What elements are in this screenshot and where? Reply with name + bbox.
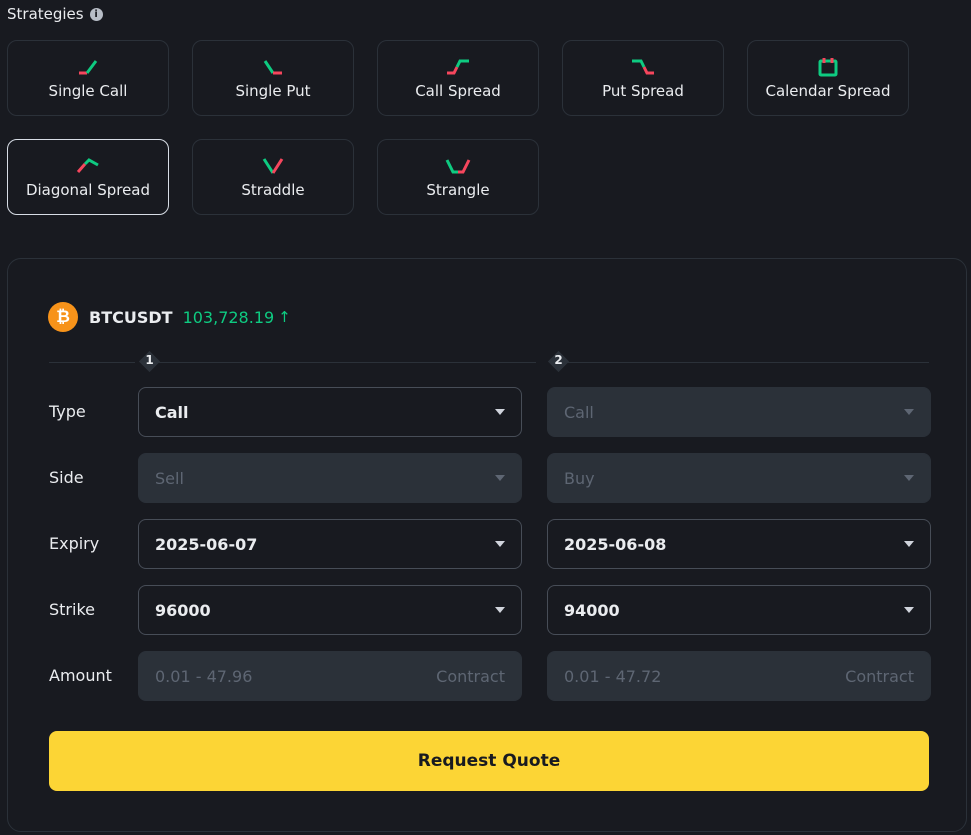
- strategy-label: Call Spread: [415, 82, 501, 100]
- strategy-label: Single Call: [48, 82, 128, 100]
- leg1-side-select: Sell: [138, 453, 522, 503]
- last-price: 103,728.19: [182, 307, 275, 327]
- divider: [567, 362, 929, 363]
- chevron-down-icon: [904, 409, 914, 415]
- diagonal-spread-icon: [75, 155, 101, 177]
- order-panel: ₿ BTCUSDT 103,728.19 ↑ 1 2 Type Call Cal…: [7, 258, 967, 832]
- side-label: Side: [49, 468, 84, 487]
- strategy-put-spread[interactable]: Put Spread: [562, 40, 724, 116]
- chevron-down-icon: [495, 607, 505, 613]
- strategies-header: Strategies i: [7, 5, 103, 23]
- strategy-label: Strangle: [426, 181, 490, 199]
- leg1-number: 1: [145, 353, 154, 367]
- info-icon[interactable]: i: [89, 7, 103, 21]
- leg2-type-value: Call: [564, 402, 594, 422]
- divider: [158, 362, 536, 363]
- divider: [49, 362, 135, 363]
- chevron-down-icon: [904, 541, 914, 547]
- request-quote-button[interactable]: Request Quote: [49, 731, 929, 791]
- chevron-down-icon: [495, 541, 505, 547]
- single-put-icon: [261, 56, 285, 78]
- strangle-icon: [445, 155, 471, 177]
- single-call-icon: [76, 56, 100, 78]
- strategy-call-spread[interactable]: Call Spread: [377, 40, 539, 116]
- strategy-label: Straddle: [241, 181, 305, 199]
- strategy-label: Calendar Spread: [765, 82, 891, 100]
- leg2-expiry-select[interactable]: 2025-06-08: [547, 519, 931, 569]
- leg1-expiry-select[interactable]: 2025-06-07: [138, 519, 522, 569]
- leg2-number: 2: [554, 353, 563, 367]
- leg1-type-value: Call: [155, 402, 189, 422]
- chevron-down-icon: [904, 607, 914, 613]
- leg1-strike-value: 96000: [155, 600, 211, 620]
- leg1-type-select[interactable]: Call: [138, 387, 522, 437]
- leg2-strike-select[interactable]: 94000: [547, 585, 931, 635]
- price-up-arrow-icon: ↑: [278, 308, 291, 326]
- amount-label: Amount: [49, 666, 112, 685]
- chevron-down-icon: [495, 475, 505, 481]
- strategy-single-call[interactable]: Single Call: [7, 40, 169, 116]
- leg1-amount-unit: Contract: [436, 666, 505, 686]
- strategy-calendar-spread[interactable]: Calendar Spread: [747, 40, 909, 116]
- type-label: Type: [49, 402, 86, 421]
- pair-symbol: BTCUSDT: [89, 307, 173, 327]
- strike-label: Strike: [49, 600, 95, 619]
- leg1-expiry-value: 2025-06-07: [155, 534, 258, 554]
- leg2-amount-placeholder: 0.01 - 47.72: [564, 666, 662, 686]
- market-info: ₿ BTCUSDT 103,728.19 ↑: [48, 302, 291, 332]
- leg2-strike-value: 94000: [564, 600, 620, 620]
- put-spread-icon: [630, 56, 656, 78]
- leg2-expiry-value: 2025-06-08: [564, 534, 667, 554]
- calendar-spread-icon: [816, 56, 840, 78]
- leg2-side-select: Buy: [547, 453, 931, 503]
- strategy-single-put[interactable]: Single Put: [192, 40, 354, 116]
- leg2-side-value: Buy: [564, 468, 595, 488]
- expiry-label: Expiry: [49, 534, 100, 553]
- leg1-strike-select[interactable]: 96000: [138, 585, 522, 635]
- chevron-down-icon: [495, 409, 505, 415]
- strategy-label: Put Spread: [602, 82, 684, 100]
- leg1-amount-input[interactable]: 0.01 - 47.96 Contract: [138, 651, 522, 701]
- strategy-strangle[interactable]: Strangle: [377, 139, 539, 215]
- strategy-straddle[interactable]: Straddle: [192, 139, 354, 215]
- straddle-icon: [261, 155, 285, 177]
- leg2-amount-unit: Contract: [845, 666, 914, 686]
- strategy-diagonal-spread[interactable]: Diagonal Spread: [7, 139, 169, 215]
- chevron-down-icon: [904, 475, 914, 481]
- leg1-amount-placeholder: 0.01 - 47.96: [155, 666, 253, 686]
- leg1-side-value: Sell: [155, 468, 184, 488]
- call-spread-icon: [445, 56, 471, 78]
- strategies-title: Strategies: [7, 5, 84, 23]
- bitcoin-icon: ₿: [48, 302, 78, 332]
- strategy-label: Diagonal Spread: [25, 181, 151, 199]
- leg2-amount-input[interactable]: 0.01 - 47.72 Contract: [547, 651, 931, 701]
- strategy-label: Single Put: [235, 82, 311, 100]
- leg2-type-select: Call: [547, 387, 931, 437]
